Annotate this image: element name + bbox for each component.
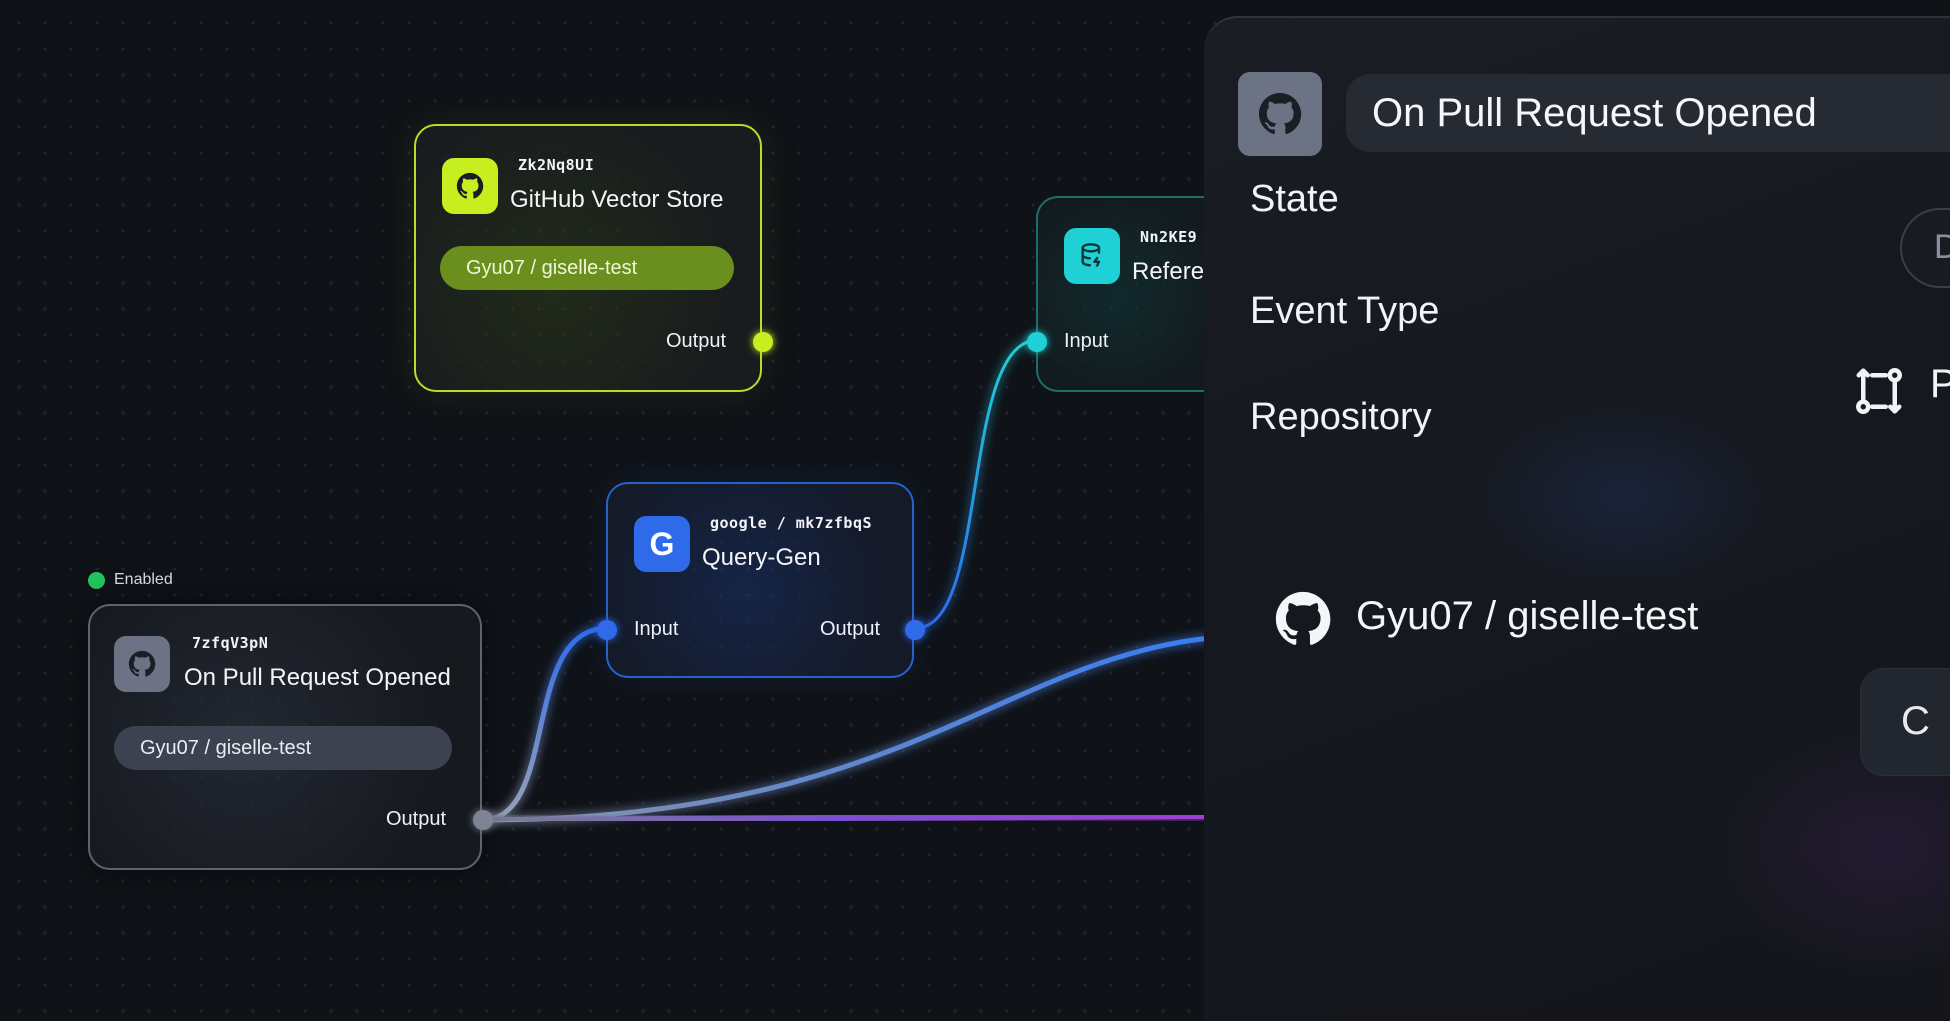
enabled-dot xyxy=(88,571,105,589)
enabled-status: Enabled xyxy=(88,571,173,589)
pull-request-icon xyxy=(1850,364,1908,423)
state-toggle-text: D xyxy=(1934,228,1950,267)
database-icon xyxy=(1064,228,1120,284)
repo-pill[interactable]: Gyu07 / giselle-test xyxy=(114,726,452,770)
output-label: Output xyxy=(666,330,727,352)
output-port[interactable] xyxy=(905,620,925,640)
node-title: On Pull Request Opened xyxy=(184,664,451,691)
panel-action-button-text: C xyxy=(1901,699,1930,743)
state-toggle[interactable]: D xyxy=(1900,208,1950,288)
output-port[interactable] xyxy=(753,332,773,352)
node-id: 7zfqV3pN xyxy=(192,634,269,652)
node-title: GitHub Vector Store xyxy=(510,186,724,213)
github-icon xyxy=(1238,72,1322,156)
output-port[interactable] xyxy=(473,810,493,830)
input-port[interactable] xyxy=(597,620,617,640)
panel-title: On Pull Request Opened xyxy=(1372,90,1817,135)
input-label: Input xyxy=(1064,330,1109,352)
node-query-gen[interactable]: G google / mk7zfbqS Query-Gen Input Outp… xyxy=(597,482,925,678)
input-port[interactable] xyxy=(1027,332,1047,352)
node-id: Zk2Nq8UI xyxy=(518,156,595,174)
google-icon: G xyxy=(634,516,690,572)
state-label: State xyxy=(1250,178,1339,220)
github-icon xyxy=(114,636,170,692)
wire-query-to-reference xyxy=(915,338,1039,630)
panel-action-button[interactable]: C xyxy=(1860,668,1950,776)
repo-pill[interactable]: Gyu07 / giselle-test xyxy=(440,246,734,290)
enabled-text: Enabled xyxy=(114,571,173,588)
repo-pill-text: Gyu07 / giselle-test xyxy=(466,256,638,279)
node-title: Query-Gen xyxy=(702,544,821,571)
node-github-vector-store[interactable]: Zk2Nq8UI GitHub Vector Store Gyu07 / gis… xyxy=(414,124,773,392)
input-label: Input xyxy=(634,618,679,640)
wire-trigger-to-query xyxy=(481,625,609,823)
repository-value: Gyu07 / giselle-test xyxy=(1356,594,1699,638)
github-icon xyxy=(1272,588,1334,655)
node-id: google / mk7zfbqS xyxy=(710,514,873,532)
wire-trigger-to-offscreen-purple xyxy=(481,813,1211,823)
event-type-label: Event Type xyxy=(1250,290,1440,332)
google-icon-letter: G xyxy=(649,525,675,562)
node-properties-panel: On Pull Request Opened State D Event Typ… xyxy=(1204,16,1950,1021)
github-icon xyxy=(442,158,498,214)
node-trigger-pull-request[interactable]: 7zfqV3pN On Pull Request Opened Gyu07 / … xyxy=(88,604,493,870)
repo-pill-text: Gyu07 / giselle-test xyxy=(140,736,312,759)
output-label: Output xyxy=(386,808,447,830)
output-label: Output xyxy=(820,618,881,640)
repository-label: Repository xyxy=(1250,396,1432,438)
panel-glow xyxy=(1464,398,1784,598)
node-id: Nn2KE9 xyxy=(1140,228,1198,246)
node-name-input[interactable]: On Pull Request Opened xyxy=(1346,74,1950,152)
event-type-value: P xyxy=(1930,362,1950,407)
node-title: Refere xyxy=(1132,258,1205,285)
